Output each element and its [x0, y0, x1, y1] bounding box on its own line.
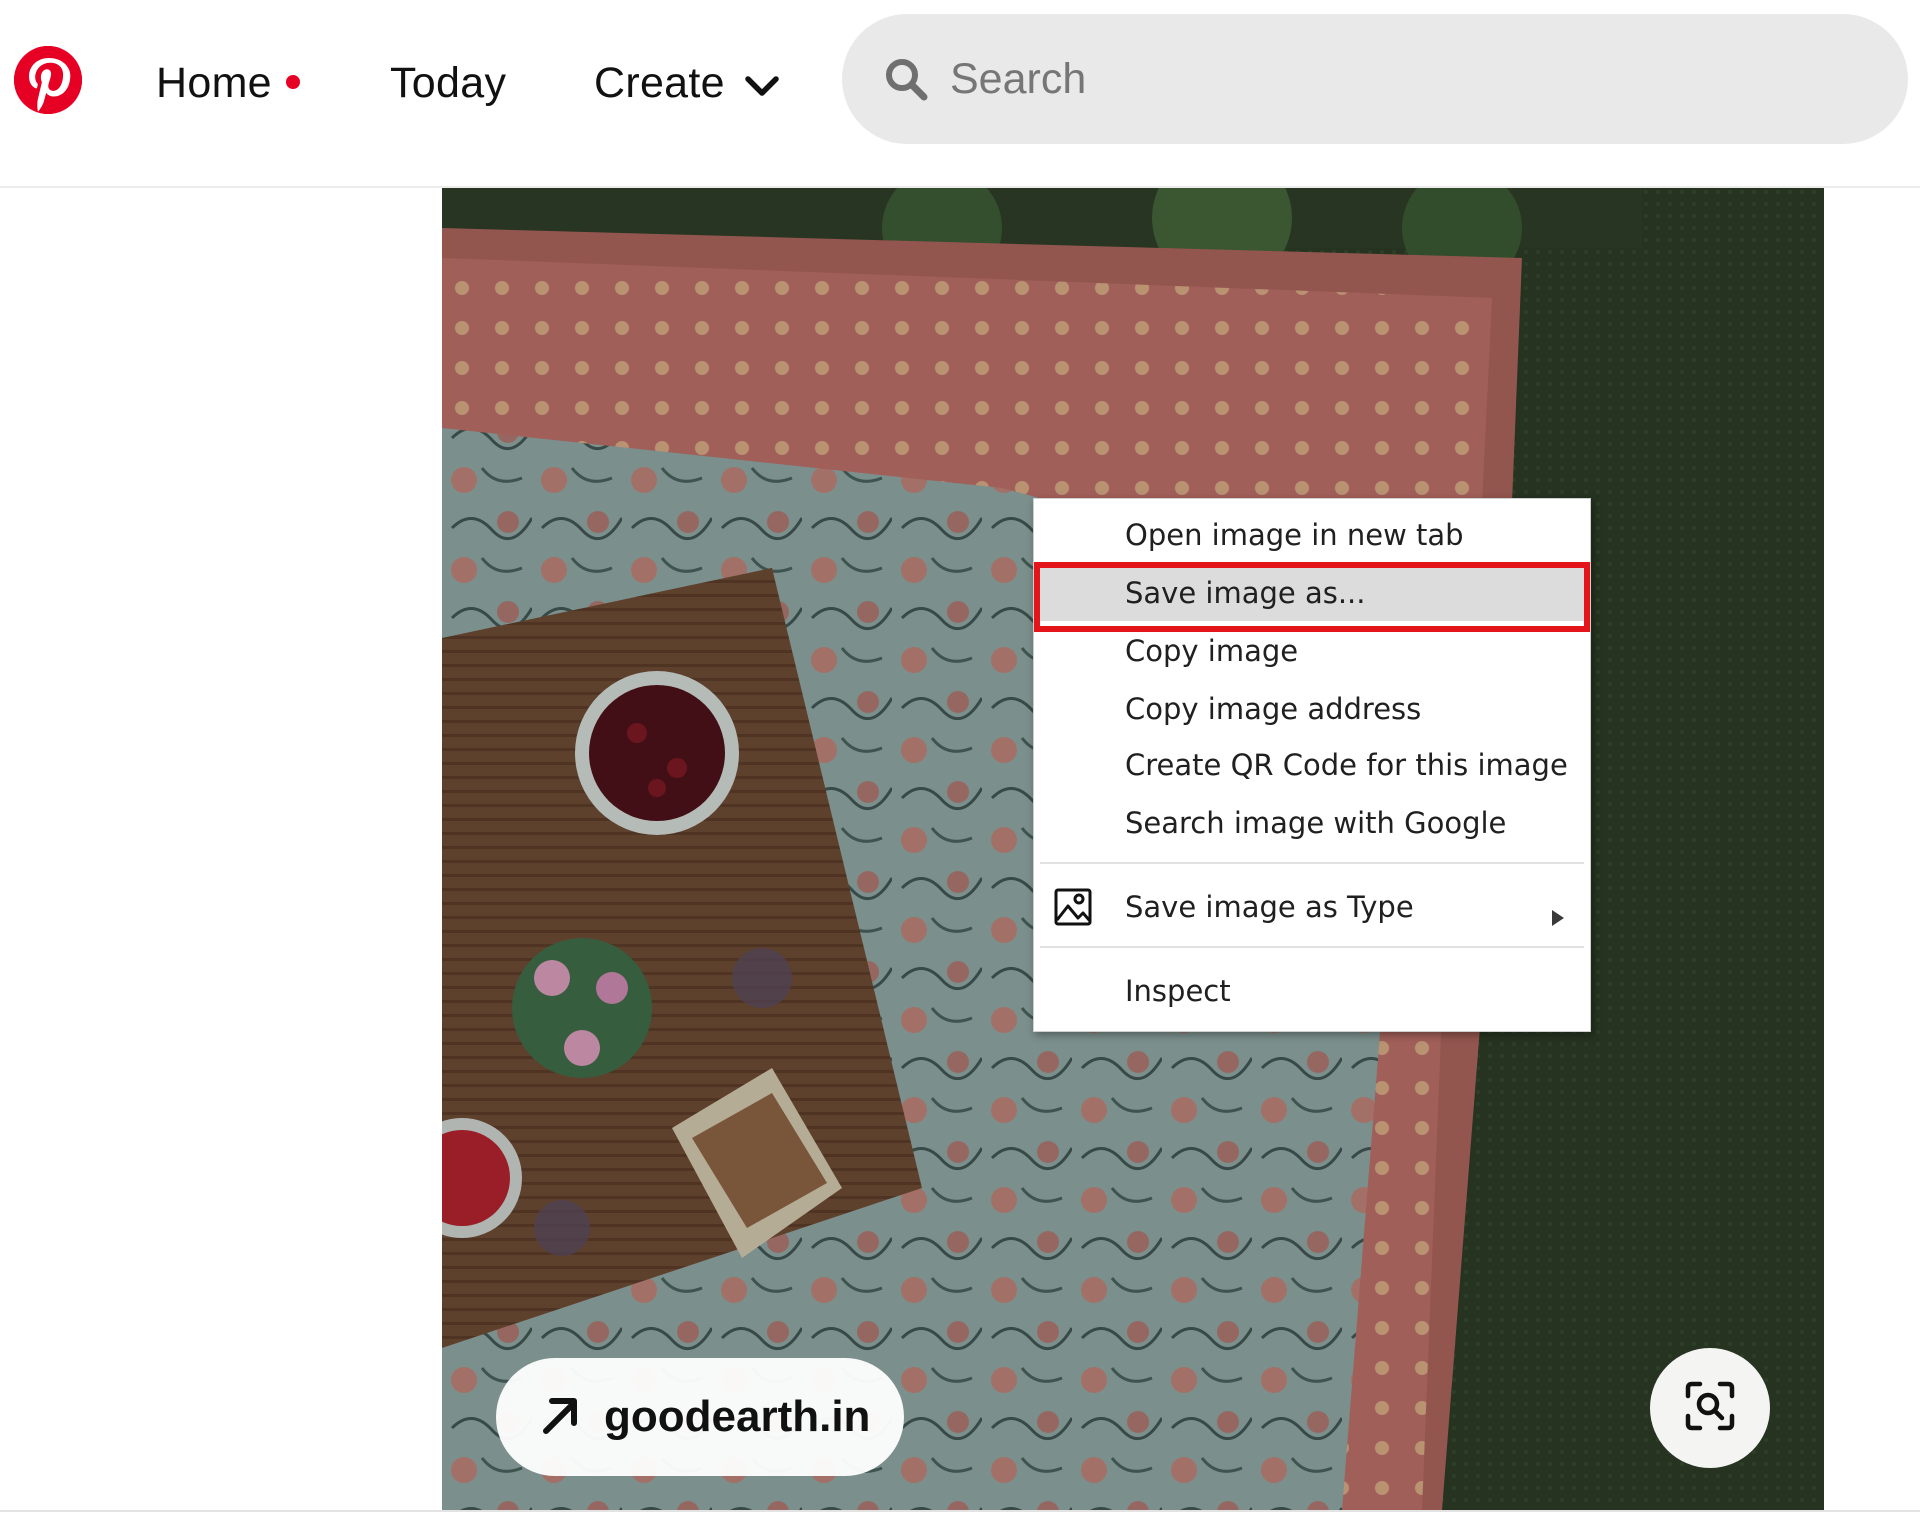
menu-copy-image-address[interactable]: Copy image address — [1034, 681, 1590, 737]
notification-dot — [285, 75, 300, 89]
menu-item-label: Create QR Code for this image — [1125, 748, 1568, 782]
source-link-button[interactable]: goodearth.in — [496, 1358, 904, 1476]
image-icon — [1054, 888, 1094, 933]
nav-today[interactable]: Today — [390, 50, 506, 116]
nav-create[interactable]: Create — [594, 50, 779, 116]
top-nav-bar: Home Today Create — [0, 0, 1920, 188]
submenu-arrow-icon — [1552, 899, 1564, 933]
nav-home-label: Home — [156, 58, 272, 107]
menu-item-label: Inspect — [1125, 974, 1231, 1008]
chevron-down-icon — [745, 60, 779, 109]
menu-save-image-as-type[interactable]: Save image as Type — [1034, 879, 1590, 935]
nav-home[interactable]: Home — [156, 50, 300, 116]
search-bar[interactable] — [842, 14, 1908, 144]
menu-inspect[interactable]: Inspect — [1034, 963, 1590, 1019]
menu-separator — [1040, 946, 1584, 948]
menu-separator — [1040, 862, 1584, 864]
arrow-up-right-icon — [538, 1393, 582, 1442]
page-bottom-divider — [0, 1510, 1920, 1512]
menu-item-label: Search image with Google — [1125, 806, 1507, 840]
annotation-highlight-box — [1034, 562, 1590, 632]
nav-today-label: Today — [390, 58, 507, 107]
source-link-label: goodearth.in — [604, 1392, 871, 1441]
search-input[interactable] — [948, 53, 1852, 105]
menu-create-qr-code[interactable]: Create QR Code for this image — [1034, 737, 1590, 793]
pinterest-logo-icon[interactable] — [14, 46, 82, 114]
nav-create-label: Create — [594, 58, 725, 107]
menu-search-image-google[interactable]: Search image with Google — [1034, 795, 1590, 851]
search-icon — [884, 57, 928, 101]
lens-search-button[interactable] — [1650, 1348, 1770, 1468]
menu-item-label: Copy image address — [1125, 692, 1422, 726]
menu-open-image-new-tab[interactable]: Open image in new tab — [1034, 507, 1590, 563]
menu-item-label: Open image in new tab — [1125, 518, 1464, 552]
menu-item-label: Copy image — [1125, 634, 1299, 668]
lens-search-icon — [1684, 1380, 1736, 1437]
menu-item-label: Save image as Type — [1125, 890, 1414, 924]
